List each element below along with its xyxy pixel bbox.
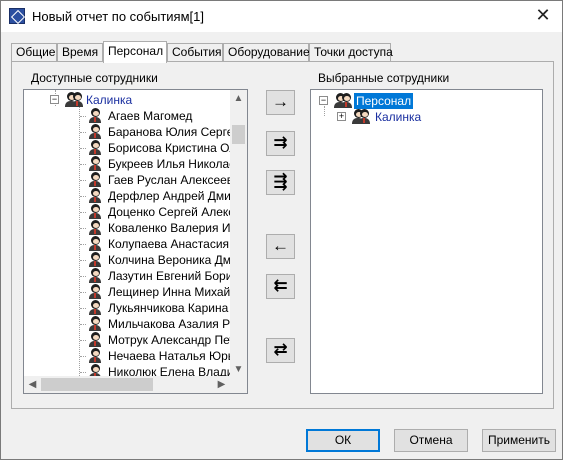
person-icon [88,220,102,235]
employee-row[interactable]: Дерфлер Андрей Дмитриевич [80,188,230,204]
employee-row[interactable]: Мотрук Александр Петрович [80,332,230,348]
tab-events[interactable]: События [167,43,223,62]
group-icon [333,93,352,108]
add-selected-button[interactable]: → [266,90,295,115]
employee-name: Доценко Сергей Александрович [108,205,230,219]
employee-row[interactable]: Лещинер Инна Михайловна [80,284,230,300]
employee-name: Лазутин Евгений Борисович [108,269,230,283]
tab-equipment[interactable]: Оборудование [223,43,310,62]
person-icon [88,268,102,283]
employee-row[interactable]: Лукьянчикова Карина Павловна [80,300,230,316]
person-icon [88,108,102,123]
person-icon [88,252,102,267]
swap-button[interactable]: ⇄ [266,338,295,363]
employee-name: Нечаева Наталья Юрьевна [108,349,230,363]
add-group-button[interactable]: ⇶ [266,170,295,195]
window-title: Новый отчет по событиям[1] [32,9,204,24]
employee-row[interactable]: Агаев Магомед [80,108,230,124]
group-icon [64,92,83,107]
person-icon [88,172,102,187]
collapse-icon[interactable]: − [319,96,328,105]
remove-all-button[interactable]: ⇇ [266,274,295,299]
employee-row[interactable]: Коваленко Валерия Игоревна [80,220,230,236]
employee-name: Баранова Юлия Сергеевна [108,125,230,139]
tab-time[interactable]: Время [57,43,103,62]
employee-name: Дерфлер Андрей Дмитриевич [108,189,230,203]
employee-name: Борисова Кристина Олеговна [108,141,230,155]
close-icon[interactable]: ✕ [530,5,556,27]
person-icon [88,300,102,315]
person-icon [88,204,102,219]
employee-name: Лукьянчикова Карина Павловна [108,301,230,315]
employee-row[interactable]: Гаев Руслан Алексеевич [80,172,230,188]
employee-row[interactable]: Колчина Вероника Дмитриевна [80,252,230,268]
root-label: Персонал [354,93,414,109]
tab-access-points[interactable]: Точки доступа [309,43,393,62]
available-employees-tree[interactable]: − Калинка Агаев Магомед Баранова Юлия Сер… [23,89,248,394]
person-icon [88,140,102,155]
employee-name: Колупаева Анастасия [108,237,230,251]
person-icon [88,316,102,331]
employee-row[interactable]: Нечаева Наталья Юрьевна [80,348,230,364]
child-label: Калинка [375,110,422,124]
employee-name: Мильчакова Азалия Ратмировна [108,317,230,331]
employee-name: Колчина Вероника Дмитриевна [108,253,230,267]
employee-name: Мотрук Александр Петрович [108,333,230,347]
cancel-button[interactable]: Отмена [394,429,468,452]
employee-row[interactable]: Борисова Кристина Олеговна [80,140,230,156]
collapse-icon[interactable]: − [50,95,59,104]
horizontal-scrollbar[interactable]: ◀ ▶ [24,376,247,393]
person-icon [88,236,102,251]
apply-button[interactable]: Применить [482,429,556,452]
remove-selected-button[interactable]: ← [266,234,295,259]
employee-name: Гаев Руслан Алексеевич [108,173,230,187]
group-icon [351,109,370,124]
employee-row[interactable]: Мильчакова Азалия Ратмировна [80,316,230,332]
person-icon [88,348,102,363]
expand-icon[interactable]: + [337,112,346,121]
person-icon [88,284,102,299]
tab-general[interactable]: Общие [11,43,57,62]
vertical-scrollbar[interactable]: ▲ ▼ [230,90,247,378]
person-icon [88,188,102,203]
scroll-left-icon[interactable]: ◀ [24,376,41,393]
report-app-icon [9,8,25,24]
employee-row[interactable]: Доценко Сергей Александрович [80,204,230,220]
employee-row[interactable]: Лазутин Евгений Борисович [80,268,230,284]
employee-row[interactable]: Баранова Юлия Сергеевна [80,124,230,140]
scroll-right-icon[interactable]: ▶ [213,376,230,393]
employee-name: Коваленко Валерия Игоревна [108,221,230,235]
selected-employees-tree[interactable]: − Персонал + Калинка [310,89,543,394]
tab-personnel[interactable]: Персонал [103,41,167,63]
person-icon [88,332,102,347]
employee-name: Агаев Магомед [108,109,193,123]
employee-name: Лещинер Инна Михайловна [108,285,230,299]
scroll-thumb[interactable] [232,125,245,144]
ok-button[interactable]: ОК [306,429,380,452]
scroll-up-icon[interactable]: ▲ [230,90,247,107]
group-label: Калинка [86,93,133,107]
available-employees-label: Доступные сотрудники [31,71,158,85]
selected-employees-label: Выбранные сотрудники [318,71,450,85]
person-icon [88,124,102,139]
title-bar[interactable]: Новый отчет по событиям[1] ✕ [1,1,562,32]
person-icon [88,156,102,171]
employee-row[interactable]: Букреев Илья Николаевич [80,156,230,172]
employee-name: Букреев Илья Николаевич [108,157,230,171]
report-dialog: Новый отчет по событиям[1] ✕ Общие Время… [0,0,563,460]
add-all-button[interactable]: ⇉ [266,131,295,156]
hscroll-thumb[interactable] [41,378,153,391]
employee-row[interactable]: Колупаева Анастасия [80,236,230,252]
